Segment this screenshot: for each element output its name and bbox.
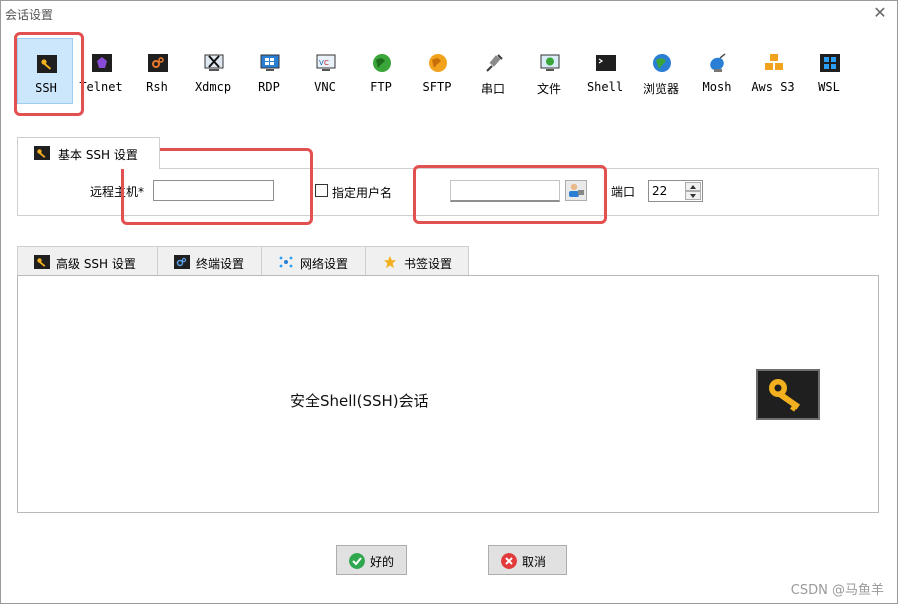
star-icon <box>383 255 397 269</box>
serial-plug-icon <box>486 54 503 72</box>
rsh-icon <box>148 54 168 72</box>
user-icon <box>569 183 584 197</box>
remote-host-label: 远程主机* <box>90 185 145 199</box>
protocol-rdp[interactable]: RDP <box>241 38 297 104</box>
ok-button[interactable]: 好的 <box>336 545 407 575</box>
port-value: 22 <box>652 184 668 198</box>
user-picker-button[interactable] <box>565 180 587 201</box>
protocol-vnc[interactable]: V C VNC <box>297 38 353 104</box>
mosh-satellite-icon <box>710 53 726 72</box>
check-icon <box>349 553 365 569</box>
port-label: 端口 <box>611 185 636 199</box>
protocol-serial[interactable]: 串口 <box>465 38 521 104</box>
remote-host-input[interactable] <box>153 180 274 201</box>
file-monitor-icon <box>540 54 560 71</box>
cancel-button-label: 取消 <box>522 555 547 569</box>
protocol-telnet[interactable]: Telnet <box>73 38 129 104</box>
tab-terminal-settings[interactable]: 终端设置 <box>157 246 262 276</box>
tab-label: 网络设置 <box>300 257 349 271</box>
protocol-browser[interactable]: 浏览器 <box>633 38 689 104</box>
shell-terminal-icon <box>596 55 616 71</box>
wsl-windows-icon <box>820 54 840 72</box>
protocol-label: SFTP <box>422 80 452 94</box>
tab-bookmark-settings[interactable]: 书签设置 <box>365 246 469 276</box>
title-bar: 会话设置 ✕ <box>1 1 897 27</box>
protocol-label: Xdmcp <box>194 80 232 94</box>
specify-username-label: 指定用户名 <box>332 186 393 200</box>
csdn-watermark: CSDN @马鱼羊 <box>790 583 884 598</box>
port-decrement-button[interactable] <box>685 191 701 200</box>
protocol-label: 串口 <box>480 82 505 96</box>
port-spinbox[interactable]: 22 <box>648 180 703 202</box>
protocol-xdmcp[interactable]: Xdmcp <box>185 38 241 104</box>
telnet-icon <box>92 54 112 72</box>
key-icon <box>769 379 801 412</box>
ok-button-label: 好的 <box>370 555 395 569</box>
terminal-icon <box>174 255 190 269</box>
specify-username-checkbox[interactable] <box>315 184 328 197</box>
protocol-aws-s3[interactable]: Aws S3 <box>745 38 801 104</box>
svg-text:C: C <box>324 59 329 67</box>
key-icon <box>34 146 50 160</box>
protocol-label: Rsh <box>146 80 168 94</box>
protocol-label: Mosh <box>702 80 732 94</box>
protocol-label: FTP <box>370 80 392 94</box>
tab-label: 书签设置 <box>404 257 453 271</box>
protocol-label: VNC <box>314 80 336 94</box>
ftp-globe-icon <box>373 54 391 72</box>
protocol-label: 浏览器 <box>642 82 679 96</box>
close-button[interactable]: ✕ <box>871 4 889 22</box>
protocol-bar: SSH Telnet Rsh Xdmcp RDP V C VNC FTP SFT… <box>14 38 874 104</box>
rdp-monitor-icon <box>260 54 280 71</box>
tab-label: 高级 SSH 设置 <box>56 257 136 271</box>
protocol-sftp[interactable]: SFTP <box>409 38 465 104</box>
username-input[interactable] <box>450 180 560 202</box>
protocol-label: Aws S3 <box>751 80 795 94</box>
protocol-label: Shell <box>586 80 624 94</box>
tab-basic-ssh-settings[interactable]: 基本 SSH 设置 <box>17 137 160 169</box>
network-icon <box>279 256 293 268</box>
basic-settings-panel <box>17 168 879 216</box>
session-description-text: 安全Shell(SSH)会话 <box>290 392 429 410</box>
protocol-ssh[interactable]: SSH <box>17 38 73 104</box>
protocol-mosh[interactable]: Mosh <box>689 38 745 104</box>
port-increment-button[interactable] <box>685 182 701 191</box>
chevron-up-icon <box>690 185 696 189</box>
tab-label: 基本 SSH 设置 <box>58 148 138 162</box>
cancel-button[interactable]: 取消 <box>488 545 567 575</box>
cancel-x-icon <box>501 553 517 569</box>
key-icon <box>34 255 50 269</box>
session-description-panel <box>17 275 879 513</box>
protocol-wsl[interactable]: WSL <box>801 38 857 104</box>
protocol-label: Telnet <box>79 80 123 94</box>
tab-network-settings[interactable]: 网络设置 <box>261 246 366 276</box>
dialog-title: 会话设置 <box>5 8 54 22</box>
protocol-rsh[interactable]: Rsh <box>129 38 185 104</box>
protocol-label: WSL <box>818 80 840 94</box>
vnc-icon: V C <box>316 54 336 71</box>
chevron-down-icon <box>690 194 696 198</box>
tab-label: 终端设置 <box>196 257 245 271</box>
ssh-key-icon <box>37 55 57 73</box>
tab-advanced-ssh-settings[interactable]: 高级 SSH 设置 <box>17 246 158 276</box>
protocol-file[interactable]: 文件 <box>521 38 577 104</box>
large-key-icon <box>756 369 820 420</box>
protocol-shell[interactable]: Shell <box>577 38 633 104</box>
protocol-label: 文件 <box>536 82 561 96</box>
aws-cubes-icon <box>765 54 783 70</box>
sftp-globe-icon <box>429 54 447 72</box>
xdmcp-icon <box>204 54 224 71</box>
browser-globe-icon <box>653 54 671 72</box>
protocol-ftp[interactable]: FTP <box>353 38 409 104</box>
protocol-label: SSH <box>35 81 57 95</box>
protocol-label: RDP <box>258 80 280 94</box>
